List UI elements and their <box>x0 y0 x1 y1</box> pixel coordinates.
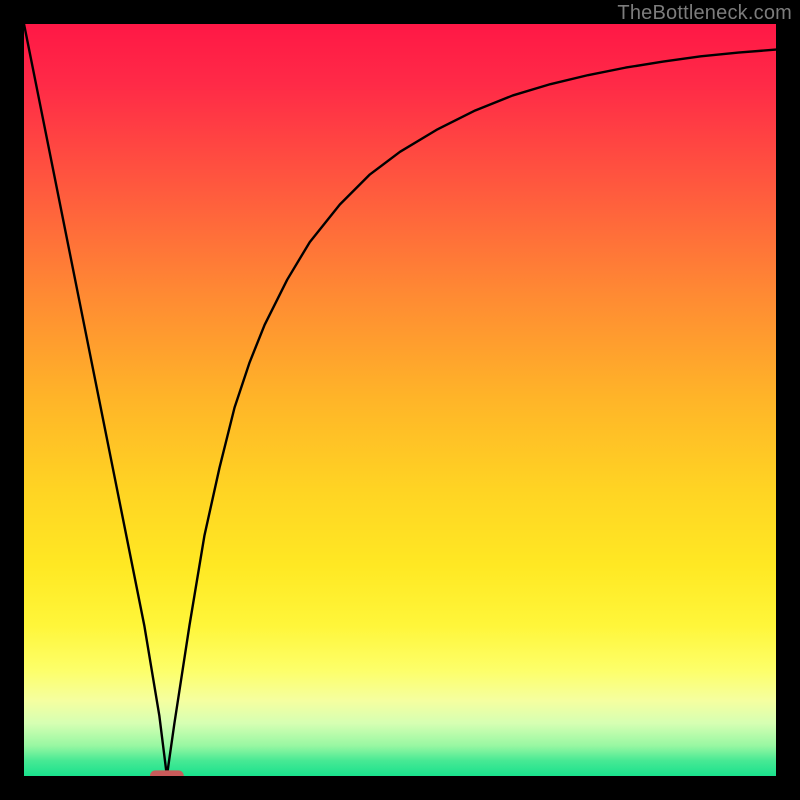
watermark-text: TheBottleneck.com <box>617 2 792 25</box>
curve-layer <box>24 24 776 776</box>
chart-frame: TheBottleneck.com <box>0 0 800 800</box>
bottleneck-curve <box>24 24 776 776</box>
minimum-marker <box>150 770 184 776</box>
plot-area <box>24 24 776 776</box>
